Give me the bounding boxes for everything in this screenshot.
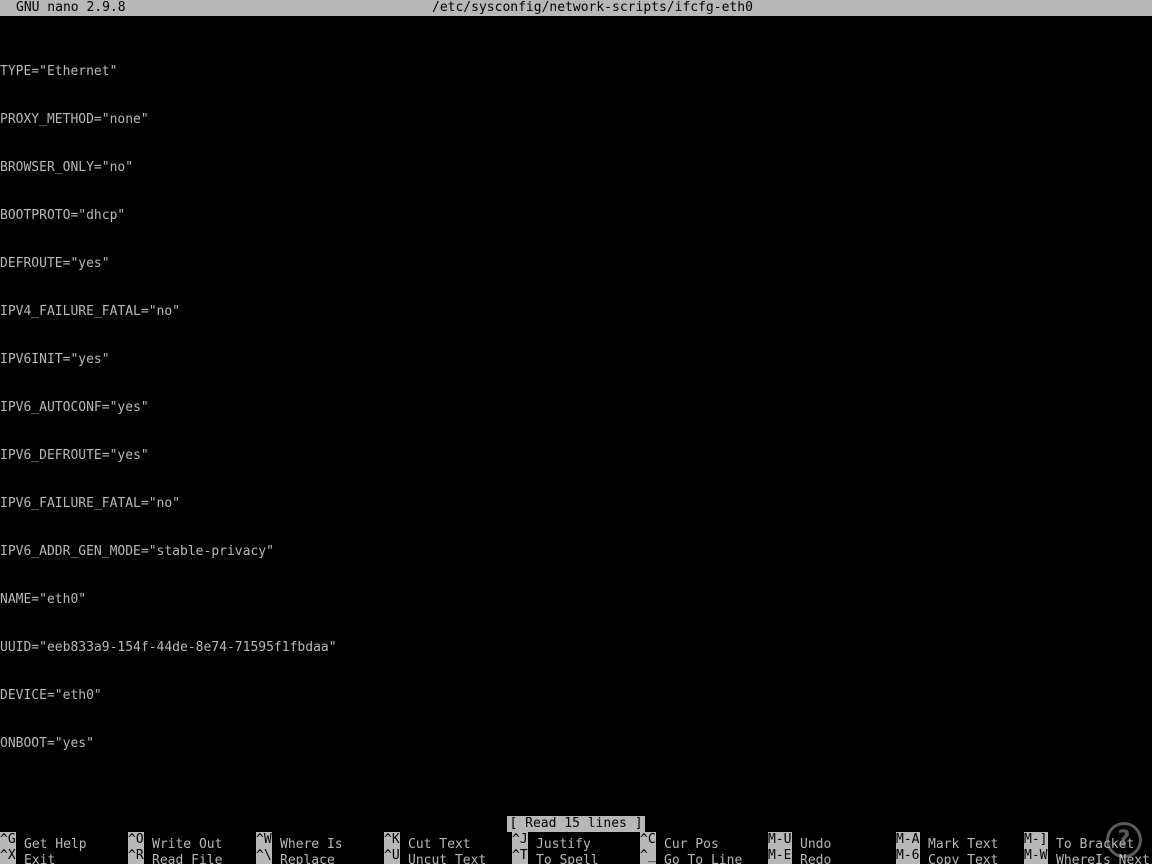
shortcut-label: Read File	[152, 853, 223, 864]
editor-line[interactable]: BOOTPROTO="dhcp"	[0, 208, 1152, 224]
shortcut-key: M-A	[896, 832, 920, 848]
status-bar: [ Read 15 lines ]	[0, 816, 1152, 832]
shortcut-to-spell[interactable]: ^T To Spell	[512, 848, 599, 864]
editor-line[interactable]: IPV6_DEFROUTE="yes"	[0, 448, 1152, 464]
shortcut-key: ^R	[128, 848, 144, 864]
shortcut-label: Go To Line	[664, 853, 743, 864]
shortcut-key: ^X	[0, 848, 16, 864]
shortcut-cur-pos[interactable]: ^C Cur Pos	[640, 832, 719, 852]
file-path: /etc/sysconfig/network-scripts/ifcfg-eth…	[432, 0, 753, 15]
editor-line[interactable]: IPV6_AUTOCONF="yes"	[0, 400, 1152, 416]
shortcut-redo[interactable]: M-E Redo	[768, 848, 831, 864]
editor-line[interactable]: UUID="eeb833a9-154f-44de-8e74-71595f1fbd…	[0, 640, 1152, 656]
shortcut-where-is[interactable]: ^W Where Is	[256, 832, 343, 852]
shortcut-label: To Spell	[536, 853, 599, 864]
shortcut-key: ^K	[384, 832, 400, 848]
editor-line[interactable]: ONBOOT="yes"	[0, 736, 1152, 752]
shortcut-cut-text[interactable]: ^K Cut Text	[384, 832, 471, 852]
shortcut-key: ^G	[0, 832, 16, 848]
shortcut-key: M-]	[1024, 832, 1048, 848]
shortcut-bar: ^G Get Help ^O Write Out ^W Where Is ^K Cut …	[0, 832, 1152, 864]
shortcut-key: ^_	[640, 848, 656, 864]
status-message: [ Read 15 lines ]	[507, 816, 645, 832]
shortcut-key: M-W	[1024, 848, 1048, 864]
shortcut-key: M-6	[896, 848, 920, 864]
shortcut-label: WhereIs Next	[1056, 853, 1150, 864]
shortcut-key: ^W	[256, 832, 272, 848]
shortcut-read-file[interactable]: ^R Read File	[128, 848, 222, 864]
app-name: GNU nano 2.9.8	[16, 0, 126, 15]
shortcut-write-out[interactable]: ^O Write Out	[128, 832, 222, 852]
shortcut-key: ^T	[512, 848, 528, 864]
shortcut-mark-text[interactable]: M-A Mark Text	[896, 832, 998, 852]
shortcut-go-to-line[interactable]: ^_ Go To Line	[640, 848, 742, 864]
shortcut-key: M-E	[768, 848, 792, 864]
editor-line[interactable]: DEFROUTE="yes"	[0, 256, 1152, 272]
editor-line[interactable]: IPV4_FAILURE_FATAL="no"	[0, 304, 1152, 320]
editor-line[interactable]: PROXY_METHOD="none"	[0, 112, 1152, 128]
editor-line[interactable]: BROWSER_ONLY="no"	[0, 160, 1152, 176]
editor-line[interactable]: DEVICE="eth0"	[0, 688, 1152, 704]
title-bar: GNU nano 2.9.8 /etc/sysconfig/network-sc…	[0, 0, 1152, 16]
shortcut-label: Uncut Text	[408, 853, 487, 864]
shortcut-label: Replace	[280, 853, 335, 864]
shortcut-label: Redo	[800, 853, 832, 864]
shortcut-uncut-text[interactable]: ^U Uncut Text	[384, 848, 486, 864]
shortcut-key: ^U	[384, 848, 400, 864]
shortcut-replace[interactable]: ^\ Replace	[256, 848, 335, 864]
shortcut-exit[interactable]: ^X Exit	[0, 848, 55, 864]
shortcut-key: ^J	[512, 832, 528, 848]
editor-area[interactable]: TYPE="Ethernet" PROXY_METHOD="none" BROW…	[0, 32, 1152, 808]
shortcut-label: Copy Text	[928, 853, 999, 864]
help-question-icon: ?	[1106, 822, 1142, 858]
shortcut-key: ^\	[256, 848, 272, 864]
shortcut-key: ^C	[640, 832, 656, 848]
editor-line[interactable]: TYPE="Ethernet"	[0, 64, 1152, 80]
shortcut-key: ^O	[128, 832, 144, 848]
shortcut-get-help[interactable]: ^G Get Help	[0, 832, 87, 852]
editor-line[interactable]: IPV6_FAILURE_FATAL="no"	[0, 496, 1152, 512]
editor-line[interactable]: IPV6INIT="yes"	[0, 352, 1152, 368]
shortcut-justify[interactable]: ^J Justify	[512, 832, 591, 852]
shortcut-copy-text[interactable]: M-6 Copy Text	[896, 848, 998, 864]
editor-line[interactable]: IPV6_ADDR_GEN_MODE="stable-privacy"	[0, 544, 1152, 560]
shortcut-key: M-U	[768, 832, 792, 848]
shortcut-label: Exit	[24, 853, 56, 864]
editor-line[interactable]: NAME="eth0"	[0, 592, 1152, 608]
shortcut-undo[interactable]: M-U Undo	[768, 832, 831, 852]
